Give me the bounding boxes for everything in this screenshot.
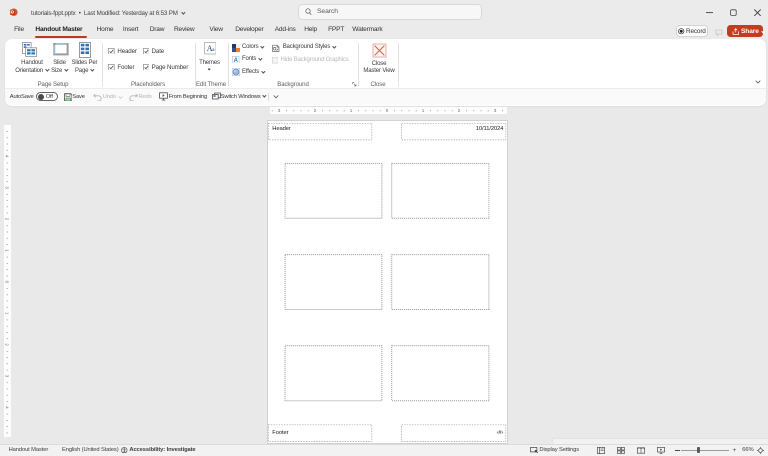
svg-text:1: 1 — [5, 312, 10, 315]
svg-text:3: 3 — [278, 108, 281, 113]
svg-text:0: 0 — [386, 108, 389, 113]
svg-text:2: 2 — [458, 108, 461, 113]
svg-text:0: 0 — [5, 280, 10, 283]
svg-text:1: 1 — [350, 108, 353, 113]
svg-text:4: 4 — [5, 406, 10, 409]
svg-text:1: 1 — [5, 249, 10, 252]
svg-text:2: 2 — [5, 217, 10, 220]
svg-text:4: 4 — [5, 155, 10, 158]
svg-text:3: 3 — [5, 186, 10, 189]
svg-text:A: A — [234, 58, 239, 64]
svg-text:3: 3 — [5, 374, 10, 377]
svg-text:2: 2 — [314, 108, 317, 113]
svg-text:1: 1 — [422, 108, 425, 113]
svg-text:3: 3 — [494, 108, 497, 113]
svg-text:2: 2 — [5, 343, 10, 346]
